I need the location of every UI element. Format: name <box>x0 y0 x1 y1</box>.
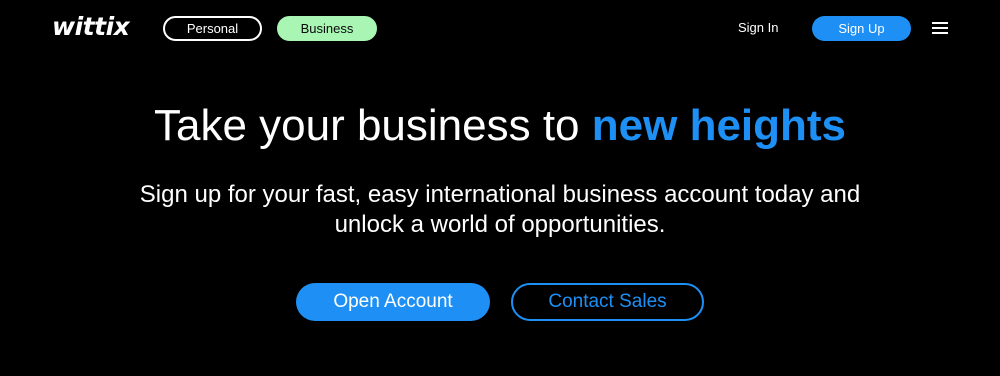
personal-tab[interactable]: Personal <box>163 16 262 41</box>
business-tab-label: Business <box>300 21 354 36</box>
hero-heading: Take your business to new heights <box>0 96 1000 156</box>
sign-up-button-label: Sign Up <box>838 21 885 36</box>
business-tab[interactable]: Business <box>277 16 377 41</box>
contact-sales-button-label: Contact Sales <box>548 291 667 312</box>
hero-heading-accent: new heights <box>591 101 847 150</box>
hero-heading-text: Take your business to <box>153 101 580 150</box>
contact-sales-button[interactable]: Contact Sales <box>511 283 704 321</box>
personal-tab-label: Personal <box>186 21 239 36</box>
page: wittix Personal Business Sign In Sign Up… <box>0 0 1000 376</box>
sign-up-button[interactable]: Sign Up <box>812 16 911 41</box>
open-account-button-label: Open Account <box>333 291 453 312</box>
hero-subtitle-line-1: Sign up for your fast, easy internationa… <box>139 181 861 208</box>
hero-subtitle-line-2: unlock a world of opportunities. <box>334 211 666 238</box>
open-account-button[interactable]: Open Account <box>296 283 490 321</box>
hamburger-menu-icon[interactable] <box>931 20 949 36</box>
wittix-logo[interactable]: wittix <box>52 12 130 42</box>
sign-in-link[interactable]: Sign In <box>738 17 778 39</box>
hero-subtitle: Sign up for your fast, easy internationa… <box>0 180 1000 240</box>
